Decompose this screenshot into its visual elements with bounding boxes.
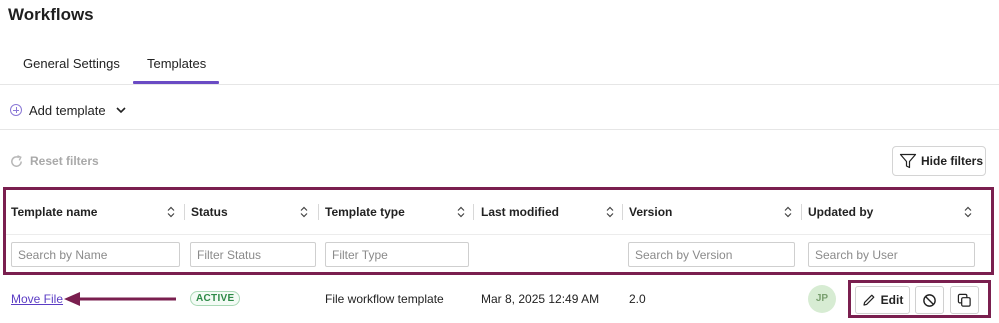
avatar: JP <box>808 284 836 313</box>
column-divider <box>184 204 185 220</box>
filter-icon <box>899 153 917 169</box>
column-divider <box>622 204 623 220</box>
column-header-version[interactable]: Version <box>629 190 800 234</box>
name-filter-input[interactable] <box>11 242 180 267</box>
sort-icon[interactable] <box>299 206 309 218</box>
arrow-left-icon <box>64 292 176 306</box>
ban-icon <box>923 293 936 307</box>
edit-button[interactable]: Edit <box>855 286 910 314</box>
active-tab-indicator <box>133 81 219 84</box>
template-name-link[interactable]: Move File <box>11 292 63 306</box>
copy-icon <box>957 293 971 307</box>
column-header-label: Last modified <box>481 205 560 219</box>
sort-icon[interactable] <box>963 206 973 218</box>
column-header-status[interactable]: Status <box>191 190 317 234</box>
column-header-updated-by[interactable]: Updated by <box>808 190 980 234</box>
column-header-label: Template type <box>325 205 405 219</box>
type-filter-input[interactable] <box>325 242 469 267</box>
column-header-template-type[interactable]: Template type <box>325 190 473 234</box>
page-title: Workflows <box>8 5 94 24</box>
chevron-down-icon <box>115 104 127 116</box>
tab-templates[interactable]: Templates <box>147 56 206 71</box>
status-cell: ACTIVE <box>190 276 241 321</box>
reset-filters-label: Reset filters <box>30 154 99 168</box>
table-header-row: Template name Status Template type Last … <box>6 190 991 234</box>
updated-by-cell: JP <box>808 276 836 321</box>
column-header-last-modified[interactable]: Last modified <box>481 190 623 234</box>
column-divider <box>473 204 474 220</box>
status-badge: ACTIVE <box>190 291 241 306</box>
last-modified-cell: Mar 8, 2025 12:49 AM <box>481 291 600 306</box>
version-filter-input[interactable] <box>628 242 795 267</box>
reset-filters-button[interactable]: Reset filters <box>9 152 99 170</box>
template-name-cell: Move File <box>11 276 63 321</box>
column-header-template-name[interactable]: Template name <box>11 190 184 234</box>
column-header-label: Status <box>191 205 228 219</box>
plus-circle-icon <box>10 104 22 116</box>
hide-filters-button[interactable]: Hide filters <box>892 146 986 176</box>
deactivate-button[interactable] <box>915 286 944 314</box>
column-header-label: Updated by <box>808 205 874 219</box>
pencil-icon <box>863 294 875 306</box>
tab-general-settings[interactable]: General Settings <box>23 56 120 71</box>
user-filter-input[interactable] <box>808 242 975 267</box>
refresh-icon <box>11 154 22 167</box>
edit-label: Edit <box>880 293 904 307</box>
add-template-label: Add template <box>29 102 106 118</box>
table-filter-row <box>6 234 991 272</box>
column-divider <box>318 204 319 220</box>
sort-icon[interactable] <box>456 206 466 218</box>
sort-icon[interactable] <box>605 206 615 218</box>
tab-bar: General Settings Templates <box>0 44 999 85</box>
sort-icon[interactable] <box>783 206 793 218</box>
column-header-label: Template name <box>11 205 98 219</box>
hide-filters-label: Hide filters <box>921 154 984 168</box>
column-divider <box>801 204 802 220</box>
row-actions-highlight: Edit <box>848 280 991 318</box>
add-template-button[interactable]: Add template <box>10 100 127 120</box>
table-header-highlight: Template name Status Template type Last … <box>3 187 994 275</box>
version-cell: 2.0 <box>629 291 646 306</box>
column-header-label: Version <box>629 205 673 219</box>
sort-icon[interactable] <box>166 206 176 218</box>
divider <box>0 129 999 130</box>
template-type-cell: File workflow template <box>325 291 444 306</box>
status-filter-input[interactable] <box>190 242 316 267</box>
duplicate-button[interactable] <box>950 286 979 314</box>
